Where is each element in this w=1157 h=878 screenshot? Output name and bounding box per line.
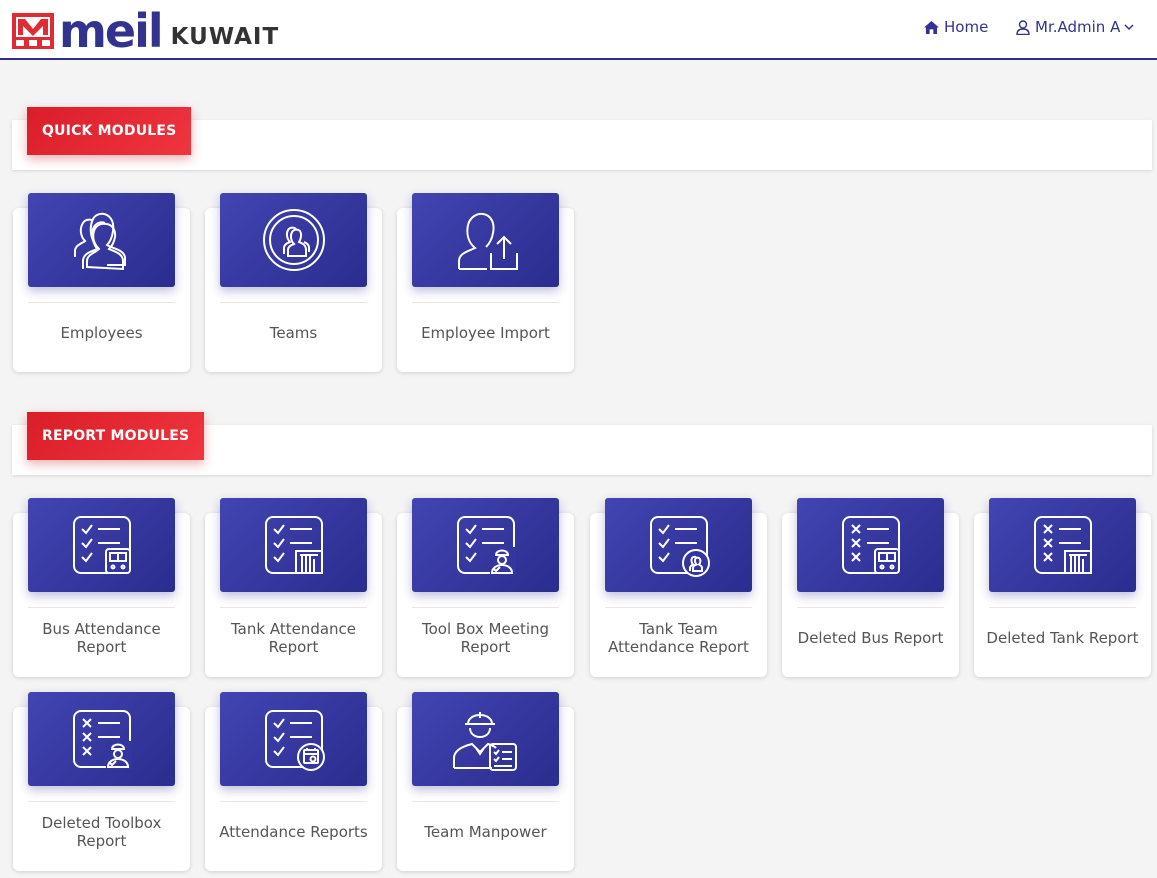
home-link[interactable]: Home — [924, 18, 988, 36]
teams-card-icon-box — [220, 193, 367, 287]
tank-deleted-checklist-icon — [1033, 516, 1092, 574]
calendar-checklist-icon — [264, 710, 325, 771]
bus-attendance-report-card[interactable]: Bus Attendance Report — [13, 498, 190, 677]
meil-logo-mark-icon — [12, 13, 54, 49]
users-icon — [73, 212, 126, 271]
employees-card-label: Employees — [60, 324, 143, 342]
home-icon — [924, 20, 939, 34]
deleted-toolbox-report-card-icon-box — [28, 692, 175, 786]
teams-card-label: Teams — [269, 324, 318, 342]
attendance-reports-card-label: Attendance Reports — [219, 823, 368, 841]
tank-team-attendance-report-card[interactable]: Tank Team Attendance Report — [590, 498, 767, 677]
tool-box-meeting-report-card-icon-box — [412, 498, 559, 592]
team-manpower-card[interactable]: Team Manpower — [397, 692, 574, 871]
employees-card[interactable]: Employees — [13, 193, 190, 372]
user-import-icon — [457, 212, 518, 270]
bus-deleted-checklist-icon — [841, 516, 900, 574]
tank-attendance-report-card-icon-box — [220, 498, 367, 592]
team-circle-icon — [262, 209, 325, 271]
tool-box-meeting-report-card[interactable]: Tool Box Meeting Report — [397, 498, 574, 677]
deleted-tank-report-card[interactable]: Deleted Tank Report — [974, 498, 1151, 677]
brand-region: KUWAIT — [170, 24, 280, 50]
tank-attendance-report-card[interactable]: Tank Attendance Report — [205, 498, 382, 677]
deleted-toolbox-report-card[interactable]: Deleted Toolbox Report — [13, 692, 190, 871]
team-manpower-card-label: Team Manpower — [424, 823, 547, 841]
report-modules-title: REPORT MODULES — [27, 412, 205, 460]
quick-modules-title: QUICK MODULES — [27, 107, 192, 155]
bus-checklist-icon — [72, 516, 131, 574]
worker-checklist-icon — [456, 516, 516, 575]
engineer-icon — [452, 712, 517, 771]
employee-import-card-icon-box — [412, 193, 559, 287]
tool-box-meeting-report-card-label: Tool Box Meeting Report — [421, 620, 550, 656]
tank-checklist-icon — [264, 516, 323, 574]
brand-name: meil — [59, 4, 164, 58]
user-menu-dropdown[interactable]: Mr.Admin A — [1016, 18, 1134, 36]
worker-deleted-checklist-icon — [72, 710, 132, 769]
deleted-bus-report-card-icon-box — [797, 498, 944, 592]
employee-import-card[interactable]: Employee Import — [397, 193, 574, 372]
user-icon — [1016, 19, 1030, 35]
deleted-toolbox-report-card-label: Deleted Toolbox Report — [41, 814, 162, 850]
deleted-tank-report-card-label: Deleted Tank Report — [986, 629, 1139, 647]
deleted-tank-report-card-icon-box — [989, 498, 1136, 592]
bus-attendance-report-card-label: Bus Attendance Report — [42, 620, 161, 656]
tank-team-attendance-report-card-icon-box — [605, 498, 752, 592]
employee-import-card-label: Employee Import — [421, 324, 550, 342]
employees-card-icon-box — [28, 193, 175, 287]
brand-logo[interactable]: meil KUWAIT — [11, 4, 280, 58]
home-link-label: Home — [944, 18, 989, 36]
user-menu-label: Mr.Admin A — [1035, 18, 1121, 36]
deleted-bus-report-card-label: Deleted Bus Report — [797, 629, 944, 647]
deleted-bus-report-card[interactable]: Deleted Bus Report — [782, 498, 959, 677]
team-manpower-card-icon-box — [412, 692, 559, 786]
attendance-reports-card[interactable]: Attendance Reports — [205, 692, 382, 871]
top-navbar: meil KUWAIT Home Mr.Admin A — [0, 0, 1157, 60]
chevron-down-icon — [1124, 24, 1134, 31]
attendance-reports-card-icon-box — [220, 692, 367, 786]
teams-card[interactable]: Teams — [205, 193, 382, 372]
bus-attendance-report-card-icon-box — [28, 498, 175, 592]
tank-team-attendance-report-card-label: Tank Team Attendance Report — [608, 620, 749, 656]
team-checklist-icon — [649, 516, 710, 577]
tank-attendance-report-card-label: Tank Attendance Report — [230, 620, 357, 656]
